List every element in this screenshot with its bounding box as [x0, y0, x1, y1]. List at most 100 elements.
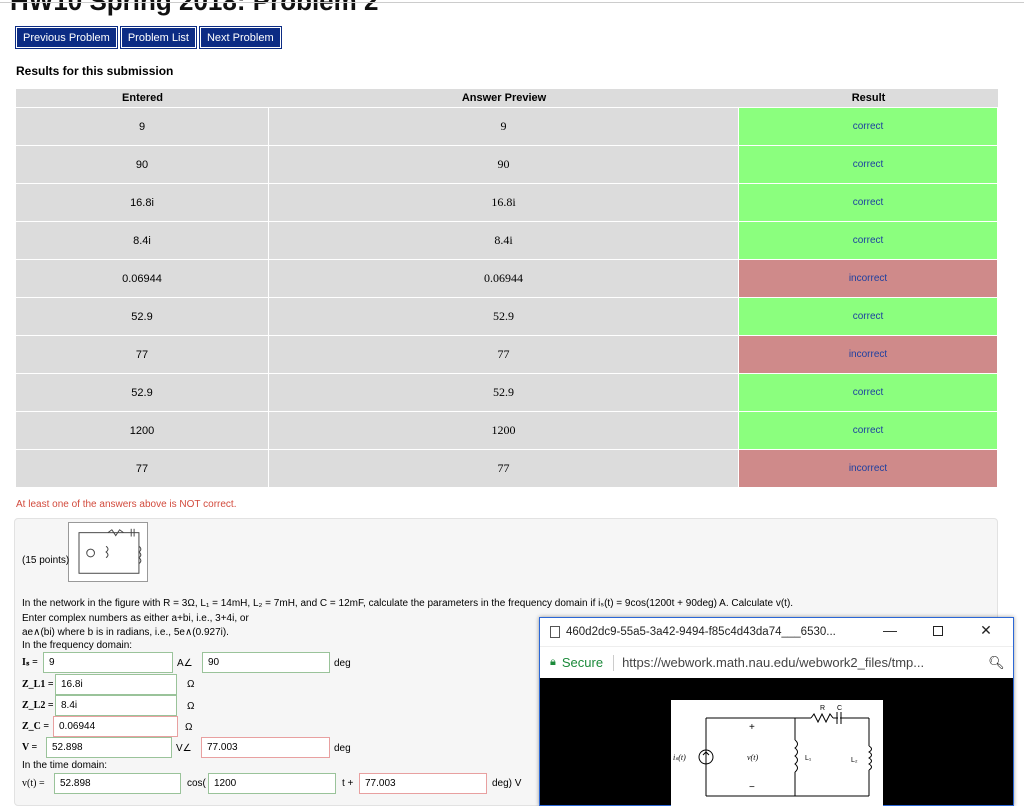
popup-title-text: 460d2dc9-55a5-3a42-9494-f85c4d43da74___6… — [566, 626, 836, 638]
is-magnitude-input[interactable] — [43, 652, 173, 673]
popup-url[interactable]: https://webwork.math.nau.edu/webwork2_fi… — [622, 655, 982, 670]
hint-line-2: ae∧(bi) where b is in radians, i.e., 5e∧… — [22, 627, 229, 638]
popup-address-bar[interactable]: 🔒︎ Secure https://webwork.math.nau.edu/w… — [540, 646, 1013, 678]
results-row: 8.4i 8.4i correct — [16, 222, 998, 260]
results-heading: Results for this submission — [16, 64, 174, 78]
vt-magnitude-input[interactable] — [54, 773, 181, 794]
answer-preview-cell: 0.06944 — [269, 260, 739, 298]
answer-preview-cell: 90 — [269, 146, 739, 184]
minimize-icon[interactable]: — — [880, 622, 900, 642]
vt-omega-input[interactable] — [208, 773, 336, 794]
entered-cell: 0.06944 — [16, 260, 269, 298]
problem-list-button[interactable]: Problem List — [119, 26, 197, 49]
close-icon[interactable]: ✕ — [976, 622, 996, 642]
not-correct-message: At least one of the answers above is NOT… — [16, 499, 237, 510]
entered-cell: 77 — [16, 336, 269, 374]
entered-cell: 1200 — [16, 412, 269, 450]
answer-preview-cell: 77 — [269, 336, 739, 374]
v-label: V = — [22, 742, 38, 753]
v-magnitude-input[interactable] — [46, 737, 172, 758]
lock-icon: 🔒︎ — [550, 656, 556, 668]
col-entered: Entered — [16, 89, 269, 108]
entered-cell: 8.4i — [16, 222, 269, 260]
problem-nav: Previous Problem Problem List Next Probl… — [15, 26, 282, 49]
answer-preview-cell: 52.9 — [269, 374, 739, 412]
results-table: Entered Answer Preview Result 9 9 correct 9… — [16, 89, 998, 488]
circuit-thumbnail[interactable] — [68, 522, 148, 582]
result-cell: correct — [739, 146, 998, 184]
title-divider — [0, 2, 1024, 3]
circuit-minus-label: − — [749, 782, 755, 793]
answer-preview-cell: 8.4i — [269, 222, 739, 260]
zl1-input[interactable] — [55, 674, 177, 695]
page-icon — [550, 626, 560, 638]
vt-deg-close-label: deg) V — [492, 778, 522, 789]
is-label: Iₛ = — [22, 657, 38, 668]
results-row: 77 77 incorrect — [16, 450, 998, 488]
maximize-icon[interactable] — [928, 622, 948, 642]
search-icon[interactable]: 🔍︎ — [988, 655, 1005, 671]
circuit-plus-label: + — [749, 722, 755, 733]
v-angle-input[interactable] — [201, 737, 330, 758]
result-cell: correct — [739, 184, 998, 222]
v-angle-symbol: V∠ — [176, 743, 192, 754]
col-answer-preview: Answer Preview — [269, 89, 739, 108]
results-row: 90 90 correct — [16, 146, 998, 184]
results-row: 16.8i 16.8i correct — [16, 184, 998, 222]
is-deg-unit: deg — [334, 658, 351, 669]
circuit-l2-label: L₂ — [851, 757, 858, 764]
zc-label: Z_C = — [22, 721, 50, 732]
entered-cell: 52.9 — [16, 374, 269, 412]
results-row: 77 77 incorrect — [16, 336, 998, 374]
hint-line-1: Enter complex numbers as either a+bi, i.… — [22, 613, 249, 624]
answer-preview-cell: 9 — [269, 108, 739, 146]
answer-preview-cell: 1200 — [269, 412, 739, 450]
entered-cell: 77 — [16, 450, 269, 488]
result-cell: correct — [739, 374, 998, 412]
popup-titlebar: 460d2dc9-55a5-3a42-9494-f85c4d43da74___6… — [540, 618, 1013, 646]
entered-cell: 16.8i — [16, 184, 269, 222]
circuit-diagram: R C iₛ(t) + v(t) − L₁ L₂ — [671, 700, 883, 806]
results-row: 9 9 correct — [16, 108, 998, 146]
v-deg-unit: deg — [334, 743, 351, 754]
result-cell: correct — [739, 298, 998, 336]
popup-window: 460d2dc9-55a5-3a42-9494-f85c4d43da74___6… — [539, 617, 1014, 806]
result-cell: correct — [739, 108, 998, 146]
results-row: 52.9 52.9 correct — [16, 374, 998, 412]
answer-preview-cell: 52.9 — [269, 298, 739, 336]
results-header-row: Entered Answer Preview Result — [16, 89, 998, 108]
zl2-label: Z_L2 = — [22, 700, 54, 711]
result-cell: incorrect — [739, 336, 998, 374]
vt-t-plus-label: t + — [342, 778, 354, 789]
vt-phase-input[interactable] — [359, 773, 487, 794]
circuit-c-label: C — [837, 705, 842, 712]
previous-problem-button[interactable]: Previous Problem — [15, 26, 118, 49]
circuit-r-label: R — [820, 705, 825, 712]
frequency-domain-label: In the frequency domain: — [22, 640, 133, 651]
results-row: 0.06944 0.06944 incorrect — [16, 260, 998, 298]
answer-preview-cell: 16.8i — [269, 184, 739, 222]
circuit-l1-label: L₁ — [805, 755, 812, 762]
circuit-vt-label: v(t) — [747, 753, 758, 762]
results-body: 9 9 correct 90 90 correct 16.8i 16.8i correct 8.4… — [16, 108, 998, 488]
result-cell: correct — [739, 412, 998, 450]
secure-label: Secure — [561, 655, 604, 670]
problem-points: (15 points) — [22, 555, 70, 566]
results-row: 52.9 52.9 correct — [16, 298, 998, 336]
is-angle-input[interactable] — [202, 652, 330, 673]
entered-cell: 90 — [16, 146, 269, 184]
entered-cell: 9 — [16, 108, 269, 146]
zc-ohm-unit: Ω — [185, 722, 193, 733]
zl2-ohm-unit: Ω — [187, 701, 195, 712]
time-domain-label: In the time domain: — [22, 760, 108, 771]
zl1-ohm-unit: Ω — [187, 679, 195, 690]
problem-statement: In the network in the figure with R = 3Ω… — [22, 598, 794, 609]
zl2-input[interactable] — [55, 695, 177, 716]
result-cell: incorrect — [739, 260, 998, 298]
circuit-is-label: iₛ(t) — [673, 753, 686, 762]
is-angle-symbol: A∠ — [177, 658, 193, 669]
results-row: 1200 1200 correct — [16, 412, 998, 450]
next-problem-button[interactable]: Next Problem — [198, 26, 282, 49]
zc-input[interactable] — [53, 716, 178, 737]
answer-preview-cell: 77 — [269, 450, 739, 488]
